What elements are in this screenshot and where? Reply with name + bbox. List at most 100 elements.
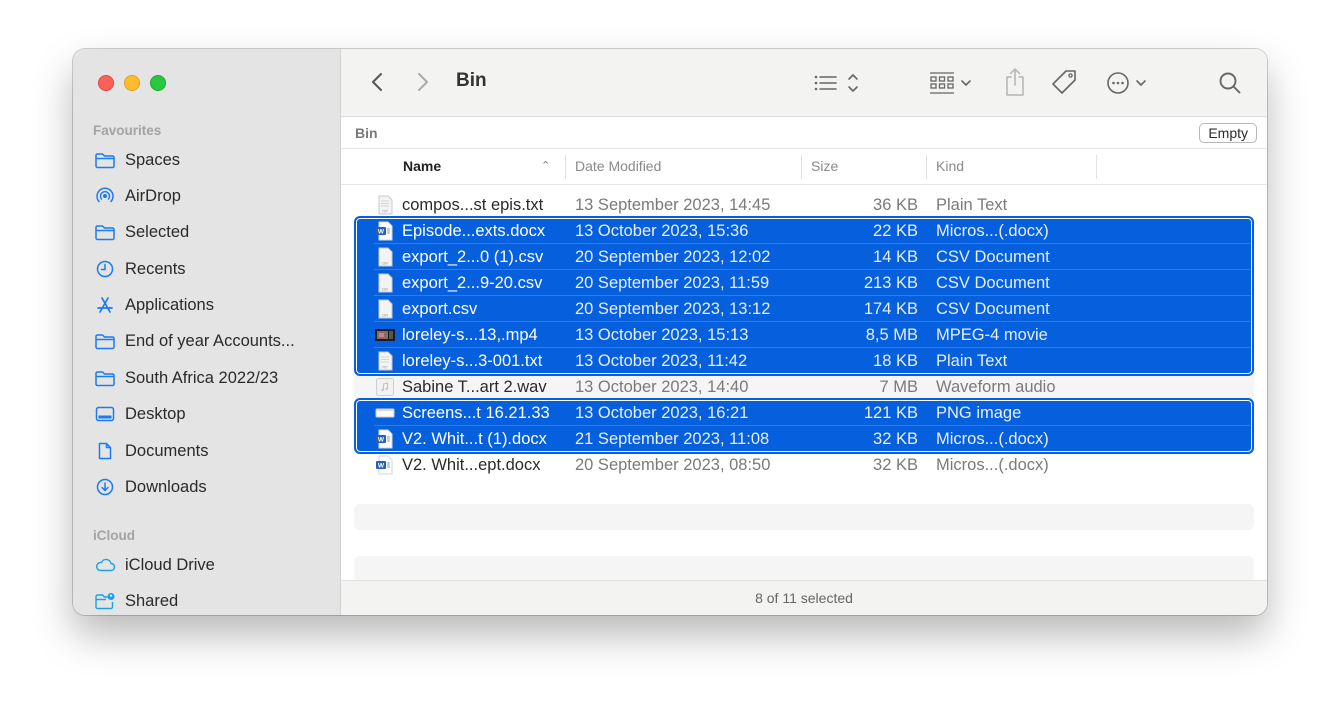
sidebar-item-label: iCloud Drive	[125, 555, 215, 574]
svg-text:W: W	[378, 463, 385, 470]
file-kind: CSV Document	[936, 300, 1050, 318]
list-view-icon	[814, 74, 858, 92]
file-name: Screens...t 16.21.33	[402, 404, 550, 422]
column-divider[interactable]	[565, 155, 566, 179]
file-date-modified: 13 October 2023, 16:21	[575, 404, 749, 422]
airdrop-icon	[93, 186, 116, 206]
forward-button[interactable]	[411, 69, 435, 95]
minimize-button[interactable]	[124, 75, 140, 91]
sidebar-item-label: Recents	[125, 259, 186, 278]
file-row[interactable]: Sabine T...art 2.wav 13 October 2023, 14:…	[354, 374, 1254, 400]
file-row[interactable]: CSV export_2...9-20.csv 20 September 2023,…	[354, 270, 1254, 296]
window-title: Bin	[456, 70, 487, 91]
sidebar-item-desktop[interactable]: Desktop	[93, 399, 186, 429]
close-button[interactable]	[98, 75, 114, 91]
column-size[interactable]: Size	[811, 158, 838, 174]
file-name: loreley-s...13,.mp4	[402, 326, 538, 344]
sidebar-item-label: South Africa 2022/23	[125, 368, 279, 387]
sidebar-item-south-africa[interactable]: South Africa 2022/23	[93, 363, 278, 393]
tag-button[interactable]	[1050, 67, 1080, 97]
sidebar-section-icloud: iCloud	[93, 528, 135, 543]
share-button[interactable]	[1001, 65, 1029, 99]
file-date-modified: 13 October 2023, 15:36	[575, 222, 749, 240]
word-file-icon: W	[375, 429, 395, 449]
sidebar-item-selected[interactable]: Selected	[93, 217, 189, 247]
empty-list-row	[354, 556, 1254, 582]
file-row[interactable]: loreley-s...13,.mp4 13 October 2023, 15:1…	[354, 322, 1254, 348]
file-date-modified: 13 October 2023, 15:13	[575, 326, 749, 344]
file-size: 32 KB	[873, 430, 918, 448]
search-button[interactable]	[1216, 69, 1244, 97]
file-row[interactable]: TXT compos...st epis.txt 13 September 2023…	[354, 192, 1254, 218]
sidebar-item-downloads[interactable]: Downloads	[93, 472, 207, 502]
file-kind: Waveform audio	[936, 378, 1056, 396]
file-kind: PNG image	[936, 404, 1022, 422]
file-row[interactable]: W V2. Whit...t (1).docx 21 September 2023,…	[354, 426, 1254, 452]
file-size: 174 KB	[863, 300, 918, 318]
shared-folder-icon	[93, 591, 116, 611]
more-actions-button[interactable]	[1105, 69, 1153, 97]
svg-text:TXT: TXT	[382, 210, 388, 214]
column-divider[interactable]	[1096, 155, 1097, 179]
sidebar-item-label: Selected	[125, 222, 190, 241]
sidebar-item-spaces[interactable]: Spaces	[93, 145, 180, 175]
group-button[interactable]	[928, 69, 978, 97]
back-button[interactable]	[365, 69, 389, 95]
sidebar-section-favourites: Favourites	[93, 123, 162, 138]
folder-icon	[93, 331, 116, 351]
svg-text:W: W	[378, 437, 385, 444]
file-name: V2. Whit...ept.docx	[402, 456, 541, 474]
grid-group-icon	[930, 72, 971, 94]
sidebar-item-icloud-drive[interactable]: iCloud Drive	[93, 550, 215, 580]
chevron-right-icon	[418, 73, 428, 91]
tag-icon	[1052, 70, 1076, 94]
sidebar-item-shared[interactable]: Shared	[93, 586, 178, 615]
view-options-button[interactable]	[811, 69, 865, 97]
file-kind: Micros...(.docx)	[936, 430, 1049, 448]
column-divider[interactable]	[926, 155, 927, 179]
file-date-modified: 20 September 2023, 13:12	[575, 300, 771, 318]
sidebar-item-label: End of year Accounts...	[125, 331, 295, 350]
location-label: Bin	[355, 125, 378, 141]
file-row[interactable]: W Episode...exts.docx 13 October 2023, 15:…	[354, 218, 1254, 244]
file-row[interactable]: Screens...t 16.21.33 13 October 2023, 16:…	[354, 400, 1254, 426]
csv-file-icon: CSV	[375, 299, 395, 319]
main-pane: Bin Bin Empty Name ⌃ Date Modified Size …	[341, 49, 1267, 615]
file-row[interactable]: CSV export.csv 20 September 2023, 13:12 174…	[354, 296, 1254, 322]
sidebar-item-end-of-year-accounts[interactable]: End of year Accounts...	[93, 326, 295, 356]
column-divider[interactable]	[801, 155, 802, 179]
sidebar-item-label: Downloads	[125, 477, 207, 496]
sidebar-item-label: Spaces	[125, 150, 181, 169]
empty-bin-button[interactable]: Empty	[1199, 123, 1257, 143]
column-kind[interactable]: Kind	[936, 158, 964, 174]
finder-window: Favourites Spaces AirDrop Selected Recen…	[73, 49, 1267, 615]
column-header: Name ⌃ Date Modified Size Kind	[341, 149, 1267, 185]
search-icon	[1219, 72, 1241, 94]
file-name: Sabine T...art 2.wav	[402, 378, 547, 396]
sidebar-item-recents[interactable]: Recents	[93, 254, 186, 284]
sidebar-item-label: Applications	[125, 295, 214, 314]
share-icon	[1006, 68, 1024, 96]
zoom-button[interactable]	[150, 75, 166, 91]
file-date-modified: 20 September 2023, 11:59	[575, 274, 770, 292]
sidebar-item-applications[interactable]: Applications	[93, 290, 214, 320]
file-date-modified: 20 September 2023, 12:02	[575, 248, 771, 266]
file-row[interactable]: W V2. Whit...ept.docx 20 September 2023, 0…	[354, 452, 1254, 478]
sort-ascending-icon[interactable]: ⌃	[541, 159, 550, 172]
svg-text:TXT: TXT	[382, 366, 388, 370]
more-icon	[1107, 72, 1146, 94]
file-size: 36 KB	[873, 196, 918, 214]
file-kind: Micros...(.docx)	[936, 222, 1049, 240]
desktop-icon	[93, 404, 116, 424]
file-row[interactable]: TXT loreley-s...3-001.txt 13 October 2023,…	[354, 348, 1254, 374]
file-name: export_2...9-20.csv	[402, 274, 543, 292]
column-date-modified[interactable]: Date Modified	[575, 158, 661, 174]
download-icon	[93, 477, 116, 497]
file-kind: Plain Text	[936, 352, 1008, 370]
clock-icon	[93, 259, 116, 279]
column-name[interactable]: Name	[403, 158, 441, 174]
sidebar-item-airdrop[interactable]: AirDrop	[93, 181, 181, 211]
file-row[interactable]: CSV export_2...0 (1).csv 20 September 2023…	[354, 244, 1254, 270]
document-icon	[93, 441, 116, 461]
sidebar-item-documents[interactable]: Documents	[93, 436, 208, 466]
